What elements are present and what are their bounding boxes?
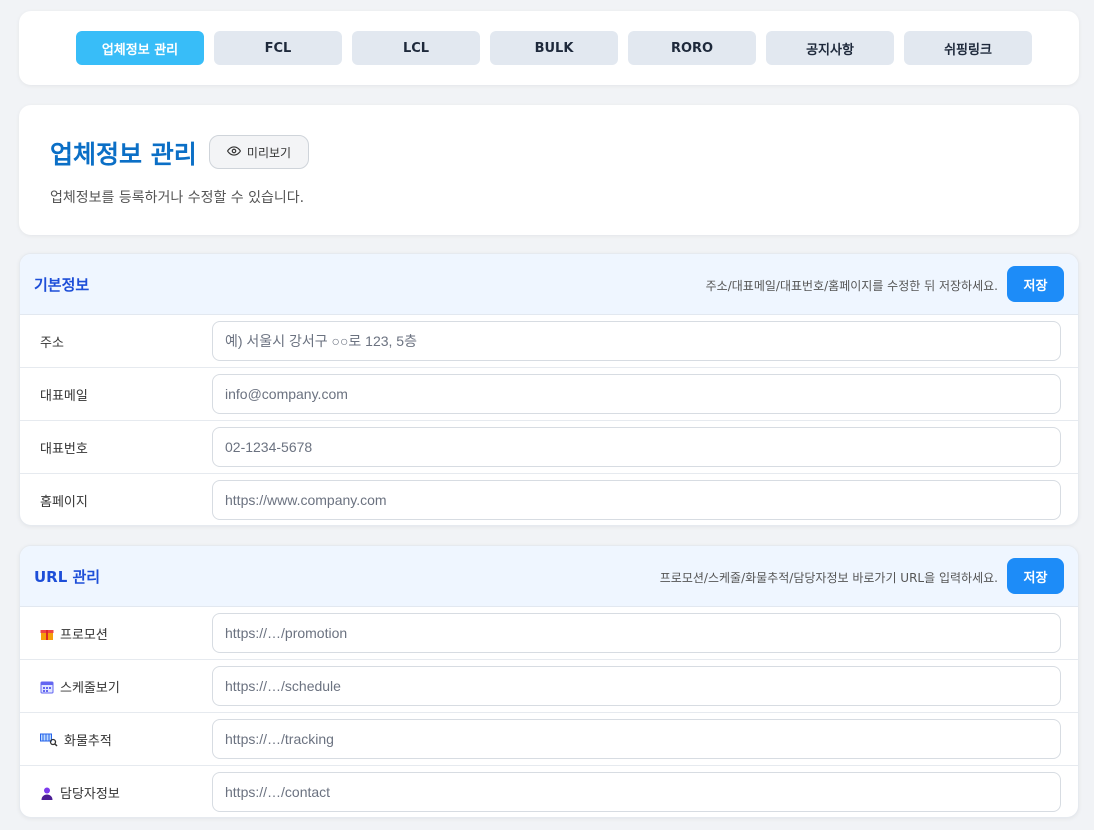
preview-button[interactable]: 미리보기 [209,135,309,169]
schedule-label: 스케줄보기 [60,681,120,696]
form-row-address: 주소 [20,315,1078,368]
tab-bulk[interactable]: BULK [490,31,618,65]
url-title: URL 관리 [34,568,101,586]
container-search-icon [40,733,58,747]
homepage-input[interactable] [212,480,1061,520]
basic-save-button[interactable]: 저장 [1007,266,1064,302]
tracking-label-wrap: 화물추적 [40,713,112,766]
form-row-email: 대표메일 [20,368,1078,421]
tracking-label: 화물추적 [64,734,112,749]
form-row-contact: 담당자정보 [20,766,1078,817]
promotion-url-input[interactable] [212,613,1061,653]
gift-icon [40,627,54,641]
phone-label: 대표번호 [40,442,88,457]
page-title: 업체정보 관리 [50,140,197,169]
url-section: URL 관리 프로모션/스케줄/화물추적/담당자정보 바로가기 URL을 입력하… [19,545,1079,818]
page-description: 업체정보를 등록하거나 수정할 수 있습니다. [50,190,305,206]
url-header: URL 관리 프로모션/스케줄/화물추적/담당자정보 바로가기 URL을 입력하… [20,546,1078,607]
tab-fcl[interactable]: FCL [214,31,342,65]
form-row-tracking: 화물추적 [20,713,1078,766]
tab-company-info[interactable]: 업체정보 관리 [76,31,204,65]
basic-info-header: 기본정보 주소/대표메일/대표번호/홈페이지를 수정한 뒤 저장하세요. 저장 [20,254,1078,315]
tab-lcl[interactable]: LCL [352,31,480,65]
basic-info-section: 기본정보 주소/대표메일/대표번호/홈페이지를 수정한 뒤 저장하세요. 저장 … [19,253,1079,526]
eye-icon [226,144,241,161]
homepage-label: 홈페이지 [40,495,88,510]
url-save-button[interactable]: 저장 [1007,558,1064,594]
form-row-promotion: 프로모션 [20,607,1078,660]
tab-shipping-link[interactable]: 쉬핑링크 [904,31,1032,65]
top-nav: 업체정보 관리 FCL LCL BULK RORO 공지사항 쉬핑링크 [19,11,1079,85]
form-row-schedule: 스케줄보기 [20,660,1078,713]
contact-label-wrap: 담당자정보 [40,766,120,817]
url-hint: 프로모션/스케줄/화물추적/담당자정보 바로가기 URL을 입력하세요. [659,571,998,585]
form-row-homepage: 홈페이지 [20,474,1078,525]
basic-info-hint: 주소/대표메일/대표번호/홈페이지를 수정한 뒤 저장하세요. [705,279,998,293]
basic-info-title: 기본정보 [34,276,90,294]
email-label: 대표메일 [40,389,88,404]
person-icon [40,786,54,800]
promotion-label: 프로모션 [60,628,108,643]
schedule-label-wrap: 스케줄보기 [40,660,120,713]
preview-label: 미리보기 [246,145,292,160]
address-label: 주소 [40,336,64,351]
email-input[interactable] [212,374,1061,414]
tab-bar: 업체정보 관리 FCL LCL BULK RORO 공지사항 쉬핑링크 [76,31,1032,65]
form-row-phone: 대표번호 [20,421,1078,474]
contact-url-input[interactable] [212,772,1061,812]
tracking-url-input[interactable] [212,719,1061,759]
tab-notices[interactable]: 공지사항 [766,31,894,65]
contact-label: 담당자정보 [60,787,120,802]
schedule-url-input[interactable] [212,666,1061,706]
promotion-label-wrap: 프로모션 [40,607,108,660]
phone-input[interactable] [212,427,1061,467]
page-header: 업체정보 관리 미리보기 업체정보를 등록하거나 수정할 수 있습니다. [19,105,1079,235]
address-input[interactable] [212,321,1061,361]
calendar-icon [40,680,54,694]
tab-roro[interactable]: RORO [628,31,756,65]
